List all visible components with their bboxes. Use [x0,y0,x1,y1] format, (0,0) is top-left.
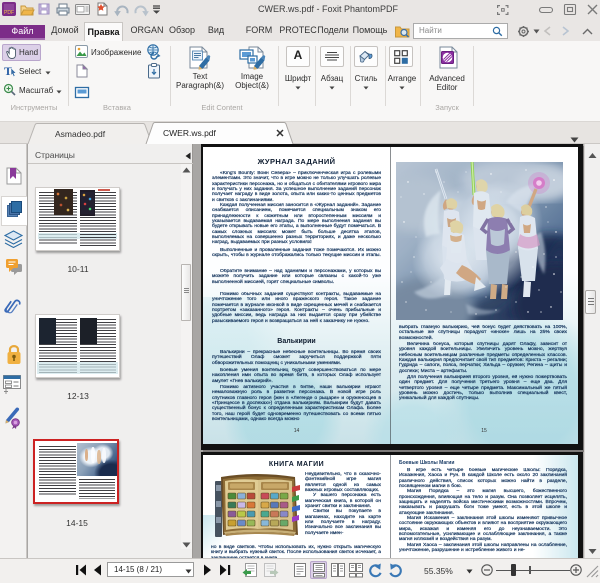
svg-text:PDF: PDF [4,10,14,16]
